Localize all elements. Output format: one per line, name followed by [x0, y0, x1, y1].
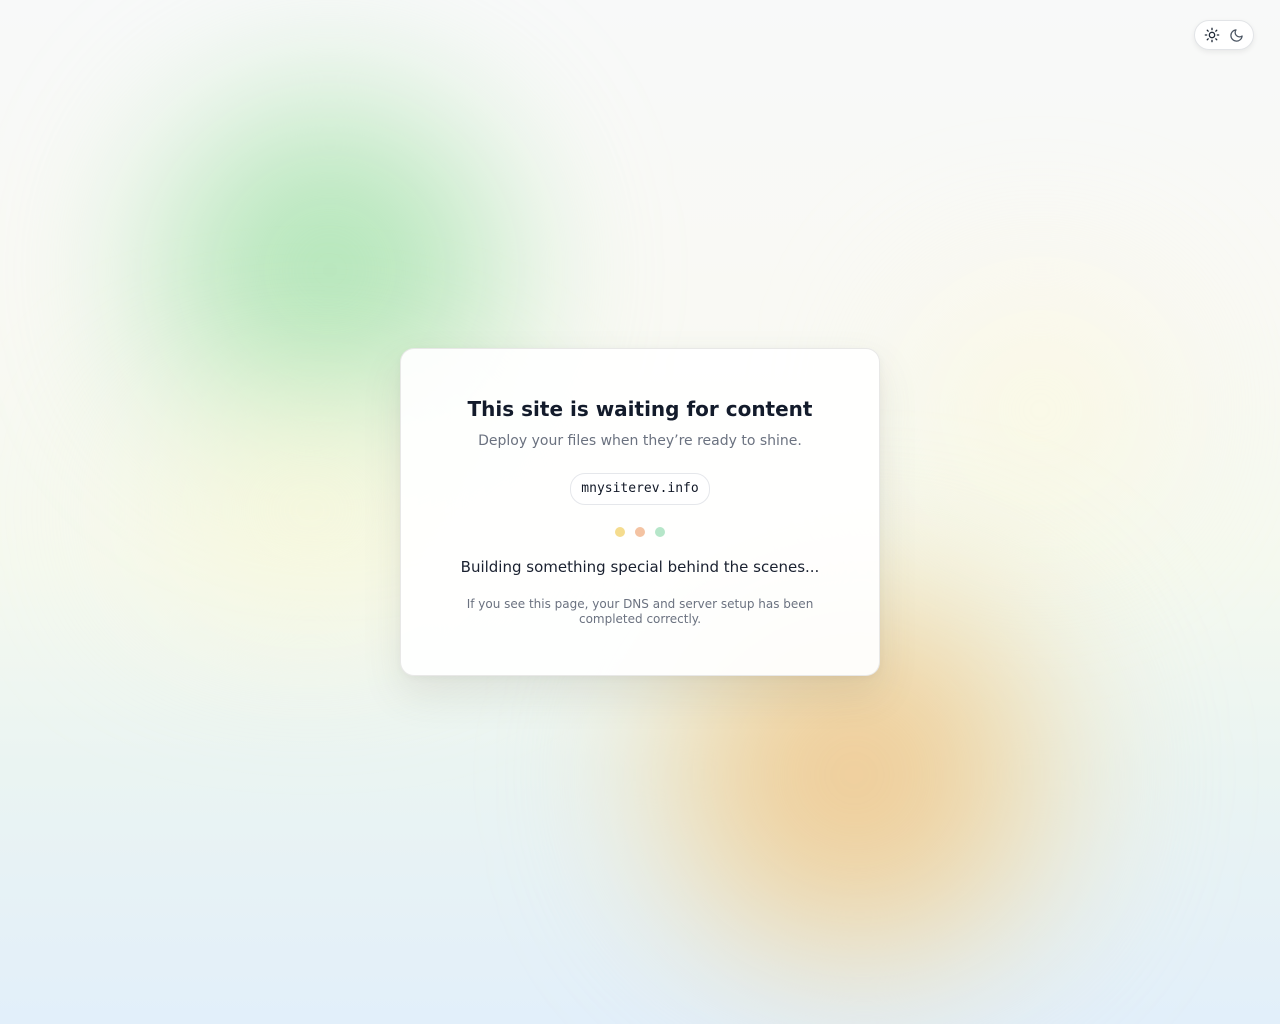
theme-toggle[interactable] — [1194, 20, 1254, 50]
dark-theme-button[interactable] — [1225, 24, 1247, 46]
loading-dot-green — [655, 527, 665, 537]
setup-footnote: If you see this page, your DNS and serve… — [466, 597, 814, 626]
background-yellow-glow-right — [860, 240, 1220, 580]
card-subtitle: Deploy your files when they’re ready to … — [478, 433, 802, 449]
domain-badge: mnysiterev.info — [570, 473, 710, 505]
card-title: This site is waiting for content — [467, 397, 813, 421]
sun-icon — [1204, 27, 1220, 43]
status-message: Building something special behind the sc… — [460, 558, 820, 576]
loading-dot-orange — [635, 527, 645, 537]
light-theme-button[interactable] — [1201, 24, 1223, 46]
loading-dot-yellow — [615, 527, 625, 537]
moon-icon — [1229, 28, 1243, 42]
loading-dots — [401, 527, 879, 537]
status-card: This site is waiting for content Deploy … — [400, 348, 880, 676]
